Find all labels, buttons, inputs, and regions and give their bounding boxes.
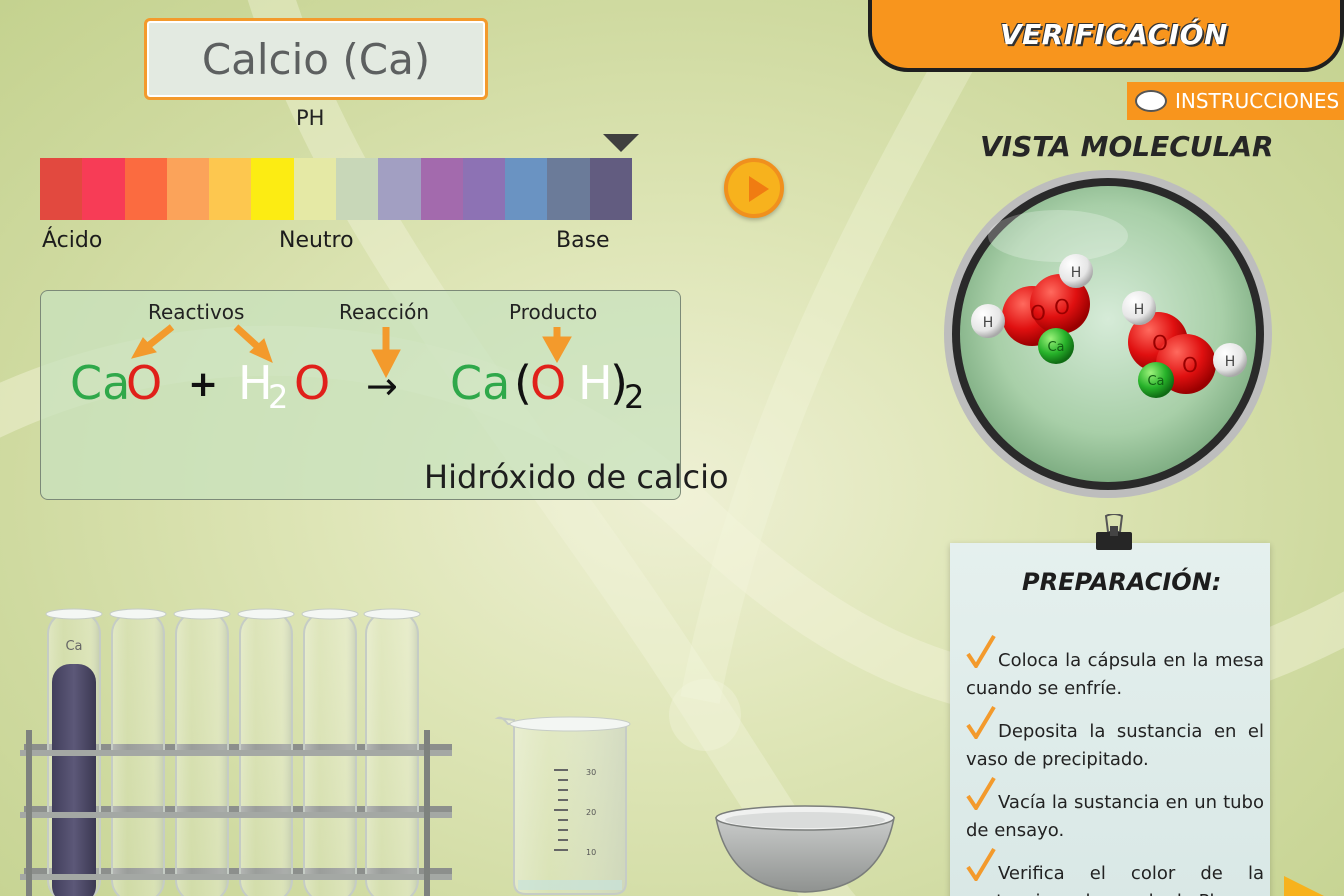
beaker-mark: 10 bbox=[586, 848, 596, 857]
molecular-view-title: VISTA MOLECULAR bbox=[980, 130, 1274, 163]
preparation-step: Vacía la sustancia en un tubo de ensayo. bbox=[966, 776, 1264, 845]
svg-text:O: O bbox=[1030, 301, 1046, 325]
product-label: Producto bbox=[509, 300, 598, 324]
ph-color-cell bbox=[209, 158, 252, 220]
formula-h: H bbox=[578, 356, 613, 410]
preparation-step: Verifica el color de la sustancia en la … bbox=[966, 847, 1264, 896]
ph-color-cell bbox=[420, 158, 463, 220]
formula-subscript: 2 bbox=[268, 378, 289, 416]
calcium-atom-label: Ca bbox=[1047, 340, 1064, 355]
checkmark-icon bbox=[966, 634, 996, 668]
checkmark-icon bbox=[966, 705, 996, 739]
formula-o: O bbox=[294, 356, 331, 410]
hydrogen-atom-label: H bbox=[1071, 265, 1082, 281]
ph-color-cell bbox=[82, 158, 125, 220]
ph-color-cell bbox=[589, 158, 632, 220]
checkmark-icon bbox=[966, 776, 996, 810]
binder-clip-icon bbox=[1096, 514, 1132, 550]
ph-base-label: Base bbox=[556, 228, 610, 253]
next-arrow-button[interactable] bbox=[1284, 876, 1324, 896]
hydrogen-atom-label: H bbox=[983, 315, 994, 331]
ph-color-cell bbox=[505, 158, 548, 220]
product-name: Hidróxido de calcio bbox=[424, 458, 729, 496]
hydrogen-atom-label: H bbox=[1134, 302, 1145, 318]
beaker-mark: 20 bbox=[586, 808, 596, 817]
ph-label: PH bbox=[296, 106, 325, 130]
ph-color-cell bbox=[166, 158, 210, 220]
plus-sign: + bbox=[188, 364, 219, 405]
ph-acid-label: Ácido bbox=[42, 228, 103, 253]
ph-indicator-marker bbox=[603, 134, 639, 152]
ph-color-cell bbox=[547, 158, 590, 220]
instructions-label: INSTRUCCIONES bbox=[1175, 89, 1340, 113]
formula-o: O bbox=[530, 356, 567, 410]
speech-bubble-icon bbox=[1135, 90, 1167, 112]
ph-color-cell bbox=[335, 158, 379, 220]
beaker-mark: 30 bbox=[586, 768, 596, 777]
formula-o: O bbox=[126, 356, 163, 410]
molecular-view: H H O O Ca H H O O Ca bbox=[944, 170, 1272, 498]
ph-color-cell bbox=[124, 158, 167, 220]
ph-color-cell bbox=[293, 158, 336, 220]
svg-text:O: O bbox=[1054, 295, 1070, 319]
ph-color-cell bbox=[40, 158, 83, 220]
ph-color-cell bbox=[378, 158, 421, 220]
checkmark-icon bbox=[966, 847, 996, 881]
preparation-title: PREPARACIÓN: bbox=[1022, 568, 1222, 596]
instructions-button[interactable]: INSTRUCCIONES bbox=[1127, 82, 1344, 120]
calcium-atom-label: Ca bbox=[1147, 374, 1164, 389]
reaction-arrow: → bbox=[366, 364, 398, 408]
preparation-step: Coloca la cápsula en la mesa cuando se e… bbox=[966, 634, 1264, 703]
hydrogen-atom-label: H bbox=[1225, 354, 1236, 370]
ph-color-cell bbox=[462, 158, 506, 220]
preparation-step: Deposita la sustancia en el vaso de prec… bbox=[966, 705, 1264, 774]
element-title: Calcio (Ca) bbox=[144, 18, 488, 100]
play-button[interactable] bbox=[724, 158, 784, 218]
test-tube-label: Ca bbox=[65, 639, 82, 654]
ph-color-scale bbox=[40, 158, 632, 220]
reaction-label: Reacción bbox=[339, 300, 430, 324]
beaker: 30 20 10 bbox=[494, 716, 631, 895]
verification-tab-label: VERIFICACIÓN bbox=[1000, 18, 1228, 51]
reactants-label: Reactivos bbox=[148, 300, 245, 324]
test-tube-rack: Ca bbox=[20, 608, 452, 896]
ph-color-cell bbox=[251, 158, 294, 220]
svg-text:O: O bbox=[1152, 331, 1168, 355]
svg-text:O: O bbox=[1182, 353, 1198, 377]
formula-ca: Ca bbox=[70, 356, 131, 410]
formula-subscript: 2 bbox=[624, 378, 645, 416]
ph-neutral-label: Neutro bbox=[279, 228, 354, 253]
evaporating-dish bbox=[715, 805, 895, 893]
formula-ca: Ca bbox=[450, 356, 511, 410]
